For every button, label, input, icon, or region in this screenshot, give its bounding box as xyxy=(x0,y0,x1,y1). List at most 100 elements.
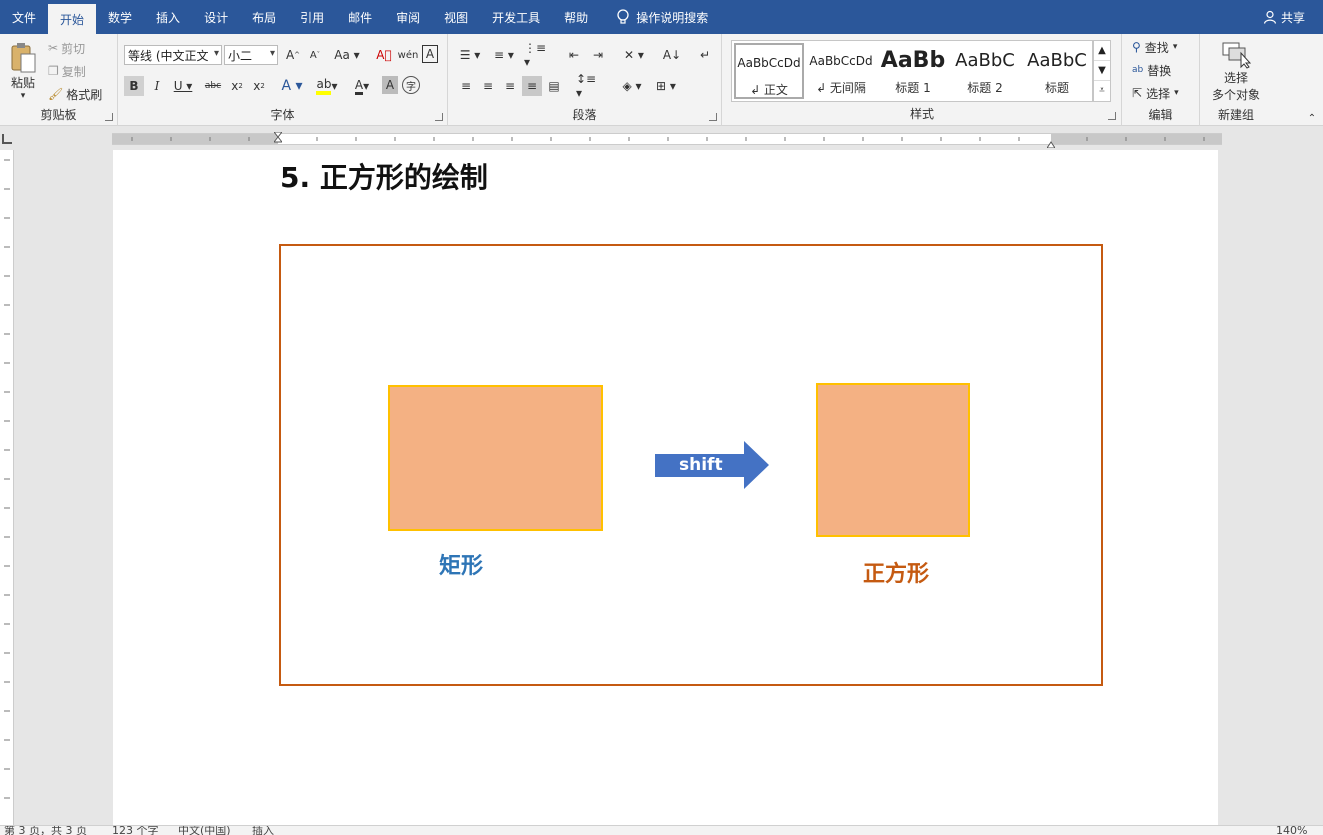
style-normal[interactable]: AaBbCcDd ↲ 正文 xyxy=(734,43,804,99)
search-label: 操作说明搜索 xyxy=(636,10,709,25)
indent-marker-icon[interactable] xyxy=(272,131,284,146)
style-no-spacing[interactable]: AaBbCcDd ↲ 无间隔 xyxy=(806,43,876,99)
font-launcher-icon[interactable] xyxy=(435,113,443,121)
share-button[interactable]: 共享 xyxy=(1263,0,1305,34)
numbering-icon[interactable]: ≡ ▾ xyxy=(490,45,518,65)
status-mode[interactable]: 插入 xyxy=(252,826,274,835)
select-button[interactable]: ⇱ 选择 ▾ xyxy=(1132,84,1179,102)
decrease-indent-icon[interactable]: ⇤ xyxy=(564,45,584,65)
tab-layout[interactable]: 布局 xyxy=(240,0,288,34)
underline-icon[interactable]: U ▾ xyxy=(170,76,196,96)
status-language[interactable]: 中文(中国) xyxy=(178,826,231,835)
copy-button[interactable]: ❐ 复制 xyxy=(48,62,86,80)
multilevel-list-icon[interactable]: ⋮≡ ▾ xyxy=(524,41,552,69)
align-right-icon[interactable]: ≡ xyxy=(500,76,520,96)
clear-formatting-icon[interactable]: A⃠ xyxy=(374,45,394,65)
increase-indent-icon[interactable]: ⇥ xyxy=(588,45,608,65)
change-case-icon[interactable]: Aa ▾ xyxy=(332,45,362,65)
style-title[interactable]: AaBbC 标题 xyxy=(1022,43,1092,99)
align-center-icon[interactable]: ≡ xyxy=(478,76,498,96)
tab-math[interactable]: 数学 xyxy=(96,0,144,34)
phonetic-guide-icon[interactable]: wén xyxy=(398,45,419,65)
status-words[interactable]: 123 个字 xyxy=(112,826,159,835)
font-group: 等线 (中文正文 ▾ 小二 ▾ A ^ Aˇ Aa ▾ A⃠ wén A B I U … xyxy=(118,34,448,126)
character-border-icon[interactable]: A xyxy=(422,45,438,63)
square-label[interactable]: 正方形 xyxy=(863,556,929,588)
tab-insert[interactable]: 插入 xyxy=(144,0,192,34)
chevron-down-icon[interactable]: ▼ xyxy=(1094,61,1110,81)
arrow-shift-label: shift xyxy=(679,455,723,475)
menu-bar: 文件 开始 数学 插入 设计 布局 引用 邮件 审阅 视图 开发工具 帮助 操作… xyxy=(0,0,1323,34)
distributed-icon[interactable]: ▤ xyxy=(544,76,564,96)
text-effects-icon[interactable]: A ▾ xyxy=(278,76,306,96)
tell-me-search[interactable]: 操作说明搜索 xyxy=(616,9,708,26)
chevron-up-icon[interactable]: ▲ xyxy=(1094,41,1110,61)
character-shading-icon[interactable]: A xyxy=(382,76,398,94)
grow-font-icon[interactable]: A ^ xyxy=(284,45,302,65)
page-heading[interactable]: 5. 正方形的绘制 xyxy=(280,156,488,196)
tab-view[interactable]: 视图 xyxy=(432,0,480,34)
highlight-icon[interactable]: ab ▾ xyxy=(312,76,342,96)
vruler-ticks xyxy=(4,159,10,799)
enclose-characters-icon[interactable]: 字 xyxy=(402,76,420,94)
collapse-ribbon-icon[interactable]: ⌃ xyxy=(1306,112,1318,124)
justify-icon[interactable]: ≡ xyxy=(522,76,542,96)
square-shape[interactable] xyxy=(816,383,970,537)
subscript-icon[interactable]: x2 xyxy=(228,76,246,96)
tab-file[interactable]: 文件 xyxy=(0,0,48,34)
tab-home[interactable]: 开始 xyxy=(48,4,97,34)
tab-developer[interactable]: 开发工具 xyxy=(480,0,552,34)
status-zoom[interactable]: 140% xyxy=(1276,826,1307,835)
clipboard-launcher-icon[interactable] xyxy=(105,113,113,121)
align-left-icon[interactable]: ≡ xyxy=(456,76,476,96)
format-painter-button[interactable]: 🖌 格式刷 xyxy=(48,85,102,103)
right-indent-marker-icon[interactable] xyxy=(1046,137,1056,149)
superscript-icon[interactable]: x2 xyxy=(250,76,268,96)
editing-group: ⚲ 查找 ▾ ab 替换 ⇱ 选择 ▾ 编辑 xyxy=(1122,34,1200,126)
paragraph-group: ☰ ▾ ≡ ▾ ⋮≡ ▾ ⇤ ⇥ ✕ ▾ A↓ ↵ ≡ ≡ ≡ ≡ ▤ ↕≡ ▾… xyxy=(448,34,722,126)
select-label: 选择 xyxy=(1146,86,1171,101)
shrink-font-icon[interactable]: Aˇ xyxy=(306,45,324,65)
tab-design[interactable]: 设计 xyxy=(192,0,240,34)
bold-icon[interactable]: B xyxy=(124,76,144,96)
font-color-icon[interactable]: A ▾ xyxy=(348,76,376,96)
tab-help[interactable]: 帮助 xyxy=(552,0,600,34)
bullets-icon[interactable]: ☰ ▾ xyxy=(456,45,484,65)
find-button[interactable]: ⚲ 查找 ▾ xyxy=(1132,38,1177,56)
show-marks-icon[interactable]: ↵ xyxy=(696,45,714,65)
format-painter-label: 格式刷 xyxy=(66,87,103,102)
chevron-down-icon: ▾ xyxy=(269,48,275,59)
paragraph-launcher-icon[interactable] xyxy=(709,113,717,121)
paste-icon xyxy=(11,42,36,72)
more-styles-icon[interactable]: ⩡ xyxy=(1094,81,1110,101)
horizontal-ruler[interactable] xyxy=(112,131,1222,149)
paste-dropdown-icon[interactable]: ▾ xyxy=(21,91,26,101)
paste-button[interactable]: 粘贴 ▾ xyxy=(4,40,42,102)
italic-icon[interactable]: I xyxy=(148,76,166,96)
chinese-layout-icon[interactable]: ✕ ▾ xyxy=(620,45,648,65)
sort-icon[interactable]: A↓ xyxy=(662,45,682,65)
select-multiple-objects-button[interactable]: 选择 多个对象 xyxy=(1206,38,1266,104)
select-objects-label-2: 多个对象 xyxy=(1211,88,1260,102)
styles-launcher-icon[interactable] xyxy=(1108,112,1116,120)
strikethrough-icon[interactable]: abc xyxy=(202,76,224,96)
rectangle-shape[interactable] xyxy=(388,385,603,531)
replace-button[interactable]: ab 替换 xyxy=(1132,61,1171,79)
tab-review[interactable]: 审阅 xyxy=(384,0,432,34)
status-page[interactable]: 第 3 页，共 3 页 xyxy=(4,826,87,835)
shading-icon[interactable]: ◈ ▾ xyxy=(618,76,646,96)
find-label: 查找 xyxy=(1144,40,1169,55)
rectangle-label[interactable]: 矩形 xyxy=(439,548,483,580)
style-heading-2[interactable]: AaBbC 标题 2 xyxy=(950,43,1020,99)
tab-mailings[interactable]: 邮件 xyxy=(336,0,384,34)
paragraph-group-label: 段落 xyxy=(572,108,597,122)
line-spacing-icon[interactable]: ↕≡ ▾ xyxy=(576,72,604,100)
tab-references[interactable]: 引用 xyxy=(288,0,336,34)
borders-icon[interactable]: ⊞ ▾ xyxy=(652,76,680,96)
vertical-ruler[interactable] xyxy=(0,150,14,825)
font-size-combo[interactable]: 小二 ▾ xyxy=(224,45,278,65)
style-heading-1[interactable]: AaBb 标题 1 xyxy=(878,43,948,99)
cut-button[interactable]: ✂ 剪切 xyxy=(48,39,85,57)
tab-selector-icon[interactable] xyxy=(2,134,12,144)
font-name-combo[interactable]: 等线 (中文正文 ▾ xyxy=(124,45,222,65)
